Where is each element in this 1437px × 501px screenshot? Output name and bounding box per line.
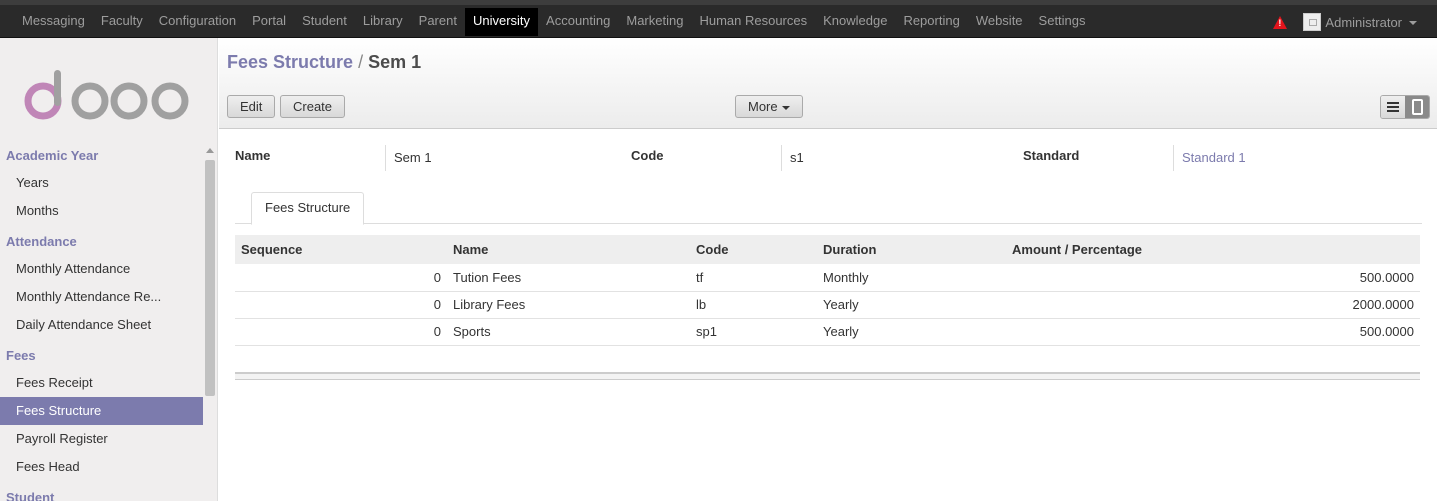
avatar-icon[interactable] xyxy=(1303,13,1322,31)
sidebar-item-years[interactable]: Years xyxy=(0,169,203,197)
view-switcher xyxy=(1380,95,1430,119)
standard-label: Standard xyxy=(1023,148,1080,163)
caret-down-icon[interactable] xyxy=(1409,21,1417,25)
breadcrumb-link[interactable]: Fees Structure xyxy=(227,52,353,72)
sidebar-item-daily-attendance-sheet[interactable]: Daily Attendance Sheet xyxy=(0,311,203,339)
top-menu-faculty[interactable]: Faculty xyxy=(93,8,151,36)
top-menu-parent[interactable]: Parent xyxy=(411,8,465,36)
edit-button[interactable]: Edit xyxy=(227,95,276,118)
scroll-thumb[interactable] xyxy=(205,160,215,396)
cell-sequence: 0 xyxy=(235,291,447,319)
sidebar-section-attendance: Attendance xyxy=(6,234,77,249)
scroll-up-icon[interactable] xyxy=(206,148,214,153)
standard-field-link[interactable]: Standard 1 xyxy=(1173,145,1403,171)
cell-name: Sports xyxy=(447,318,690,346)
topbar-right: Administrator xyxy=(1273,8,1417,36)
top-navbar: Messaging Faculty Configuration Portal Stude… xyxy=(0,0,1437,38)
cell-sequence: 0 xyxy=(235,318,447,346)
user-menu[interactable]: Administrator xyxy=(1325,15,1402,30)
sidebar-section-student: Student xyxy=(6,490,55,501)
fees-structure-table: Sequence Name Code Duration Amount / Per… xyxy=(235,235,1420,346)
top-menu-student[interactable]: Student xyxy=(294,8,355,36)
list-view-icon xyxy=(1387,102,1399,112)
table-header-row: Sequence Name Code Duration Amount / Per… xyxy=(235,235,1420,264)
top-menu-reporting[interactable]: Reporting xyxy=(895,8,967,36)
table-row[interactable]: 0 Library Fees lb Yearly 2000.0000 xyxy=(235,291,1420,319)
sidebar-menu: Academic Year Years Months Attendance Monthl… xyxy=(0,143,203,501)
table-footer xyxy=(235,372,1420,380)
sidebar-item-monthly-attendance[interactable]: Monthly Attendance xyxy=(0,255,203,283)
sidebar-item-monthly-attendance-re[interactable]: Monthly Attendance Re... xyxy=(0,283,203,311)
column-header-amount[interactable]: Amount / Percentage xyxy=(1006,235,1420,264)
cell-amount: 500.0000 xyxy=(1006,264,1420,292)
cell-amount: 500.0000 xyxy=(1006,318,1420,346)
sidebar-item-payroll-register[interactable]: Payroll Register xyxy=(0,425,203,453)
form-view-button[interactable] xyxy=(1405,96,1429,118)
cell-amount: 2000.0000 xyxy=(1006,291,1420,319)
top-menu-settings[interactable]: Settings xyxy=(1031,8,1094,36)
table-row[interactable]: 0 Sports sp1 Yearly 500.0000 xyxy=(235,318,1420,346)
column-header-sequence[interactable]: Sequence xyxy=(235,235,447,264)
sidebar: Academic Year Years Months Attendance Monthl… xyxy=(0,38,218,501)
name-label: Name xyxy=(235,148,271,163)
top-menu-library[interactable]: Library xyxy=(355,8,411,36)
sidebar-scrollbar[interactable] xyxy=(204,148,216,501)
sidebar-item-months[interactable]: Months xyxy=(0,197,203,225)
top-menu-messaging[interactable]: Messaging xyxy=(14,8,93,36)
column-header-name[interactable]: Name xyxy=(447,235,690,264)
top-menu-accounting[interactable]: Accounting xyxy=(538,8,618,36)
sidebar-item-fees-head[interactable]: Fees Head xyxy=(0,453,203,481)
caret-down-icon xyxy=(781,105,790,110)
warning-icon[interactable] xyxy=(1273,15,1288,29)
cell-duration: Yearly xyxy=(817,318,1006,346)
cell-code: sp1 xyxy=(690,318,817,346)
cell-duration: Yearly xyxy=(817,291,1006,319)
name-field: Sem 1 xyxy=(385,145,615,171)
control-panel: Fees Structure / Sem 1 Edit Create More xyxy=(219,38,1437,129)
more-button[interactable]: More xyxy=(735,95,803,118)
top-menu-configuration[interactable]: Configuration xyxy=(151,8,244,36)
breadcrumb-separator: / xyxy=(358,52,364,72)
form-view-icon xyxy=(1412,99,1423,115)
sidebar-item-fees-receipt[interactable]: Fees Receipt xyxy=(0,369,203,397)
top-menu-knowledge[interactable]: Knowledge xyxy=(815,8,895,36)
cell-code: tf xyxy=(690,264,817,292)
top-menu-human-resources[interactable]: Human Resources xyxy=(691,8,815,36)
cell-duration: Monthly xyxy=(817,264,1006,292)
top-menu-portal[interactable]: Portal xyxy=(244,8,294,36)
create-button[interactable]: Create xyxy=(280,95,346,118)
top-menu-website[interactable]: Website xyxy=(968,8,1031,36)
breadcrumb: Fees Structure / Sem 1 xyxy=(227,52,421,73)
odoo-logo[interactable] xyxy=(22,70,192,120)
cell-sequence: 0 xyxy=(235,264,447,292)
tab-fees-structure[interactable]: Fees Structure xyxy=(251,192,365,225)
sidebar-section-fees: Fees xyxy=(6,348,36,363)
top-menu-list: Messaging Faculty Configuration Portal Stude… xyxy=(14,8,1094,36)
top-menu-university[interactable]: University xyxy=(464,8,539,36)
column-header-duration[interactable]: Duration xyxy=(817,235,1006,264)
code-label: Code xyxy=(631,148,664,163)
more-label: More xyxy=(748,99,778,114)
sidebar-item-fees-structure[interactable]: Fees Structure xyxy=(0,397,203,425)
cell-name: Tution Fees xyxy=(447,264,690,292)
column-header-code[interactable]: Code xyxy=(690,235,817,264)
cell-code: lb xyxy=(690,291,817,319)
breadcrumb-current: Sem 1 xyxy=(368,52,422,72)
top-menu-marketing[interactable]: Marketing xyxy=(618,8,691,36)
table-row[interactable]: 0 Tution Fees tf Monthly 500.0000 xyxy=(235,264,1420,292)
form-sheet: Name Sem 1 Code s1 Standard Standard 1 F… xyxy=(219,129,1437,501)
code-field: s1 xyxy=(781,145,1011,171)
sidebar-section-academic-year: Academic Year xyxy=(6,148,99,163)
list-view-button[interactable] xyxy=(1381,96,1405,118)
notebook-tabs: Fees Structure xyxy=(235,191,1422,225)
cell-name: Library Fees xyxy=(447,291,690,319)
